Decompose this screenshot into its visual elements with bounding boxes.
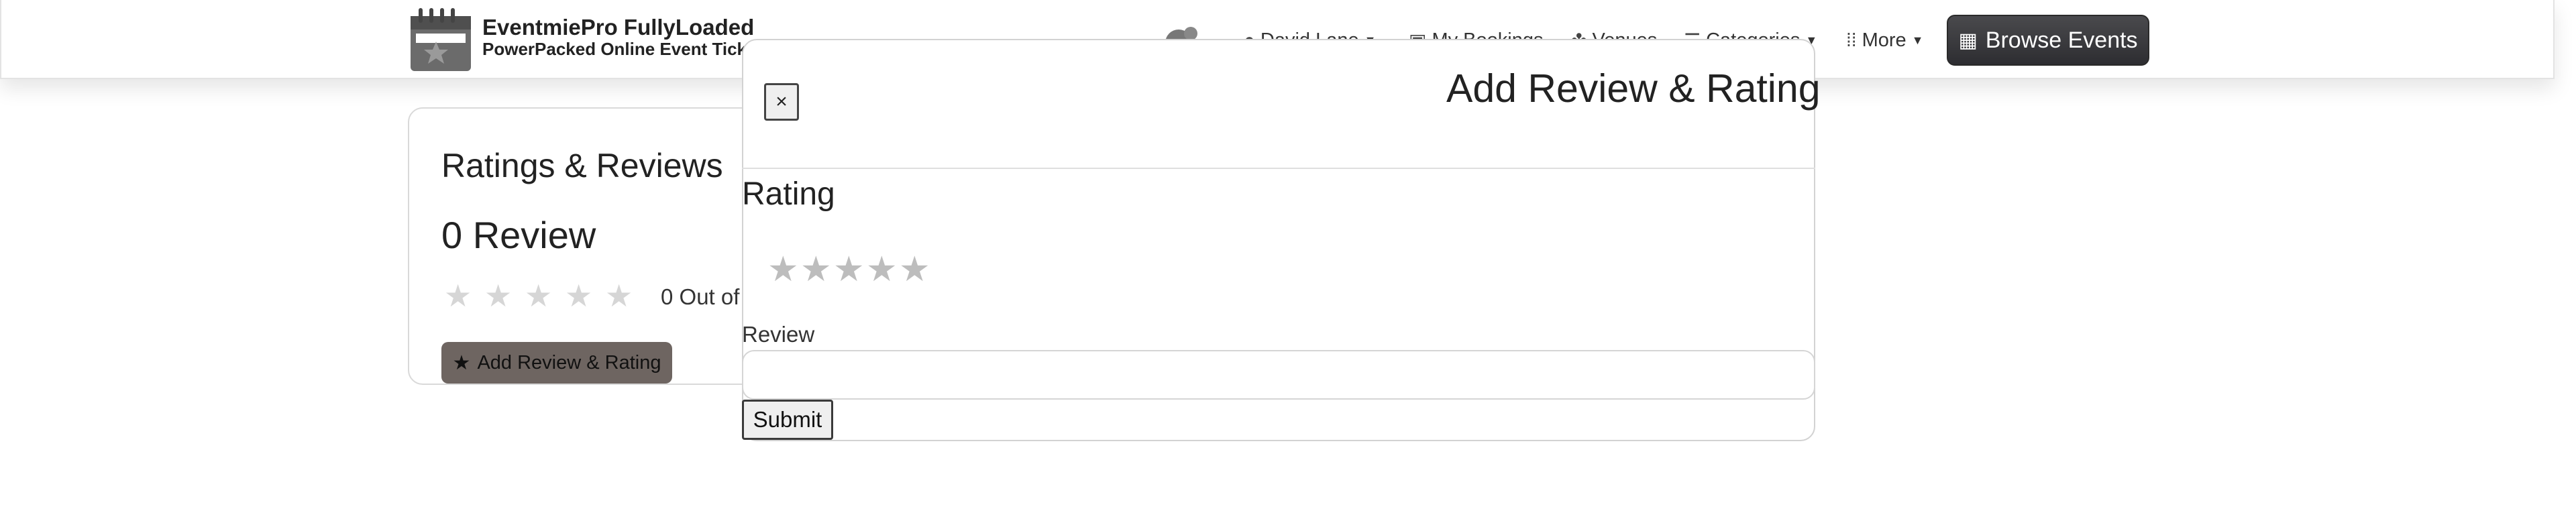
star-icon: ★ [452, 351, 471, 374]
brand-subtitle: PowerPacked Online Event Ticke [482, 39, 757, 59]
notification-dot [1184, 27, 1197, 40]
browse-events-button[interactable]: ▦ Browse Events [1947, 15, 2149, 66]
chevron-down-icon: ▼ [1911, 33, 1924, 47]
star-icon: ★ [565, 278, 593, 313]
brand-title[interactable]: EventmiePro FullyLoaded [482, 15, 754, 40]
rating-star-input[interactable]: ★ ★ ★ ★ ★ [767, 251, 930, 288]
calendar-icon: ▦ [1958, 29, 1978, 52]
review-count: 0 Review [441, 214, 596, 256]
average-rating-stars: ★ ★ ★ ★ ★ [444, 279, 633, 312]
add-review-label: Add Review & Rating [477, 351, 661, 373]
star-icon: ★ [525, 278, 553, 313]
star-icon: ★ [605, 278, 633, 313]
star-icon[interactable]: ★ [767, 251, 799, 288]
close-modal-button[interactable]: × [764, 83, 799, 121]
submit-button[interactable]: Submit [742, 400, 833, 440]
star-icon: ★ [484, 278, 513, 313]
browse-events-label: Browse Events [1985, 27, 2138, 53]
review-label: Review [742, 322, 815, 347]
star-icon[interactable]: ★ [833, 251, 865, 288]
grid-dots-icon: ⁞⁞ [1846, 30, 1857, 50]
calendar-logo-icon[interactable] [409, 7, 472, 72]
star-icon[interactable]: ★ [800, 251, 832, 288]
star-icon[interactable]: ★ [899, 251, 930, 288]
modal-divider [742, 168, 1815, 169]
ratings-title: Ratings & Reviews [441, 147, 723, 184]
nav-more-label: More [1862, 29, 1907, 51]
star-icon[interactable]: ★ [866, 251, 898, 288]
rating-out-of: 0 Out of [661, 284, 740, 309]
modal-title: Add Review & Rating [1446, 66, 1821, 111]
add-review-button[interactable]: ★ Add Review & Rating [441, 342, 672, 384]
review-input[interactable] [742, 350, 1815, 400]
star-icon: ★ [444, 278, 472, 313]
rating-label: Rating [742, 176, 835, 212]
nav-more[interactable]: ⁞⁞ More ▼ [1846, 27, 1923, 54]
